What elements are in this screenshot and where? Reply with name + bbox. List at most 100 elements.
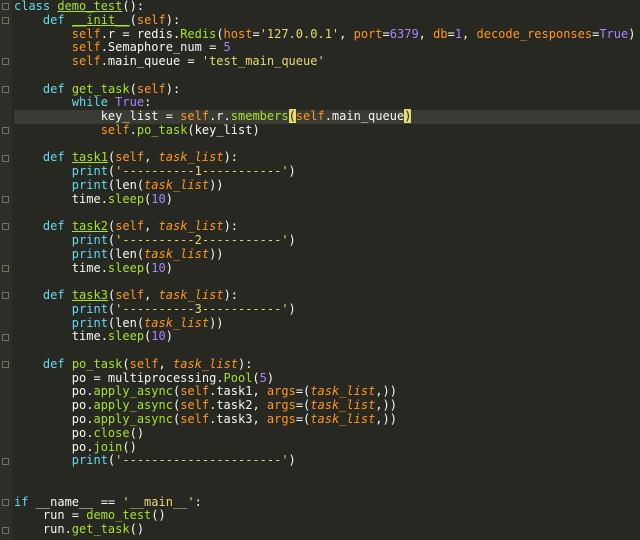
- code-line[interactable]: [14, 206, 640, 220]
- code-token: self: [136, 12, 166, 27]
- code-line[interactable]: print(len(task_list)): [14, 316, 640, 331]
- code-line[interactable]: po.apply_async(self.task1, args=(task_li…: [14, 385, 640, 399]
- code-line[interactable]: def task3(self, task_list):: [14, 288, 640, 303]
- code-line[interactable]: print('----------1-----------'): [14, 164, 640, 179]
- code-token: run.: [14, 522, 72, 537]
- code-token: ): [628, 26, 636, 41]
- code-line[interactable]: def __init__(self):: [14, 12, 640, 28]
- code-line[interactable]: print(len(task_list)): [14, 247, 640, 262]
- code-token: 'test_main_queue': [201, 54, 325, 69]
- code-line[interactable]: key_list = self.r.smembers(self.main_que…: [14, 109, 640, 124]
- code-token: print: [71, 453, 108, 468]
- code-token: ): [404, 109, 412, 124]
- code-token: time.: [14, 191, 108, 206]
- fold-marker-icon[interactable]: [2, 154, 9, 162]
- fold-marker-icon[interactable]: [2, 526, 9, 534]
- fold-marker-icon[interactable]: [2, 3, 9, 10]
- fold-marker-icon[interactable]: [2, 333, 9, 341]
- code-line[interactable]: def task1(self, task_list):: [14, 151, 640, 165]
- code-line[interactable]: po.apply_async(self.task3, args=(task_li…: [14, 411, 640, 427]
- code-token: '__main__': [122, 494, 195, 509]
- fold-marker-icon[interactable]: [2, 292, 9, 300]
- code-line[interactable]: [14, 468, 640, 482]
- code-line[interactable]: po = multiprocessing.Pool(5): [14, 370, 640, 386]
- code-line[interactable]: po.join(): [14, 439, 640, 455]
- code-token: po.: [14, 398, 94, 413]
- code-token: ):: [165, 12, 181, 27]
- code-line[interactable]: def po_task(self, task_list):: [14, 356, 640, 372]
- code-token: .task1,: [209, 384, 267, 399]
- code-token: args: [266, 384, 296, 399]
- code-line[interactable]: self.main_queue = 'test_main_queue': [14, 54, 640, 69]
- fold-marker-icon[interactable]: [2, 264, 9, 272]
- code-token: task3: [71, 288, 108, 303]
- fold-marker-icon[interactable]: [2, 16, 9, 24]
- code-token: po_task: [136, 122, 188, 137]
- code-token: ,)): [375, 398, 397, 413]
- code-token: self: [129, 356, 159, 371]
- code-line[interactable]: time.sleep(10): [14, 191, 640, 207]
- code-line[interactable]: self.po_task(key_list): [14, 122, 640, 138]
- code-token: self: [180, 398, 210, 413]
- code-line[interactable]: [14, 138, 640, 152]
- code-token: run =: [14, 508, 87, 523]
- code-token: time.: [14, 329, 108, 344]
- code-token: ): [288, 164, 296, 179]
- code-line[interactable]: run = demo_test(): [14, 508, 640, 523]
- code-token: ,)): [375, 384, 397, 399]
- code-line[interactable]: print('----------------------'): [14, 453, 640, 468]
- fold-marker-icon[interactable]: [2, 223, 9, 231]
- code-line[interactable]: po.apply_async(self.task2, args=(task_li…: [14, 398, 640, 413]
- fold-marker-icon[interactable]: [2, 361, 9, 369]
- code-token: po = multiprocessing.: [14, 370, 224, 385]
- fold-marker-icon[interactable]: [2, 499, 9, 507]
- code-area[interactable]: class demo_test(): def __init__(self): s…: [14, 0, 640, 537]
- code-token: self: [71, 40, 101, 55]
- code-line[interactable]: [14, 69, 640, 83]
- code-token: ): [288, 453, 296, 468]
- code-line[interactable]: print(len(task_list)): [14, 178, 640, 193]
- code-line[interactable]: while True:: [14, 95, 640, 110]
- fold-marker-icon[interactable]: [2, 85, 9, 93]
- code-token: =: [447, 26, 455, 41]
- code-line[interactable]: po.close(): [14, 426, 640, 441]
- code-line[interactable]: def get_task(self):: [14, 82, 640, 97]
- code-line[interactable]: print('----------3-----------'): [14, 302, 640, 317]
- code-token: demo_test: [86, 508, 152, 523]
- code-line[interactable]: time.sleep(10): [14, 261, 640, 276]
- code-token: join: [93, 439, 123, 454]
- fold-marker-icon[interactable]: [2, 457, 9, 465]
- code-token: args: [266, 411, 296, 426]
- code-token: (: [122, 356, 130, 371]
- code-line[interactable]: [14, 344, 640, 358]
- code-token: task_list: [310, 384, 376, 399]
- code-line[interactable]: run.get_task(): [14, 522, 640, 537]
- code-line[interactable]: self.r = redis.Redis(host='127.0.0.1', p…: [14, 26, 640, 42]
- code-token: db: [433, 26, 448, 41]
- code-token: =(: [295, 384, 311, 399]
- code-token: (): [151, 508, 166, 523]
- code-line[interactable]: print('----------2-----------'): [14, 233, 640, 248]
- fold-marker-icon[interactable]: [2, 195, 9, 203]
- code-token: self: [115, 219, 145, 234]
- code-line[interactable]: [14, 482, 640, 496]
- code-token: self: [180, 384, 210, 399]
- code-line[interactable]: [14, 275, 640, 289]
- code-token: (: [288, 109, 296, 124]
- code-line[interactable]: if __name__ == '__main__':: [14, 494, 640, 510]
- code-line[interactable]: def task2(self, task_list):: [14, 219, 640, 234]
- fold-marker-icon[interactable]: [2, 58, 9, 66]
- code-line[interactable]: time.sleep(10): [14, 329, 640, 344]
- code-token: 10: [151, 191, 166, 206]
- code-editor[interactable]: class demo_test(): def __init__(self): s…: [0, 0, 640, 540]
- code-token: decode_responses: [476, 26, 593, 41]
- fold-marker-icon[interactable]: [2, 127, 9, 135]
- code-token: =(: [295, 398, 311, 413]
- code-line[interactable]: class demo_test():: [14, 0, 640, 14]
- code-token: def: [42, 219, 65, 234]
- code-token: self: [71, 26, 101, 41]
- code-line[interactable]: self.Semaphore_num = 5: [14, 40, 640, 55]
